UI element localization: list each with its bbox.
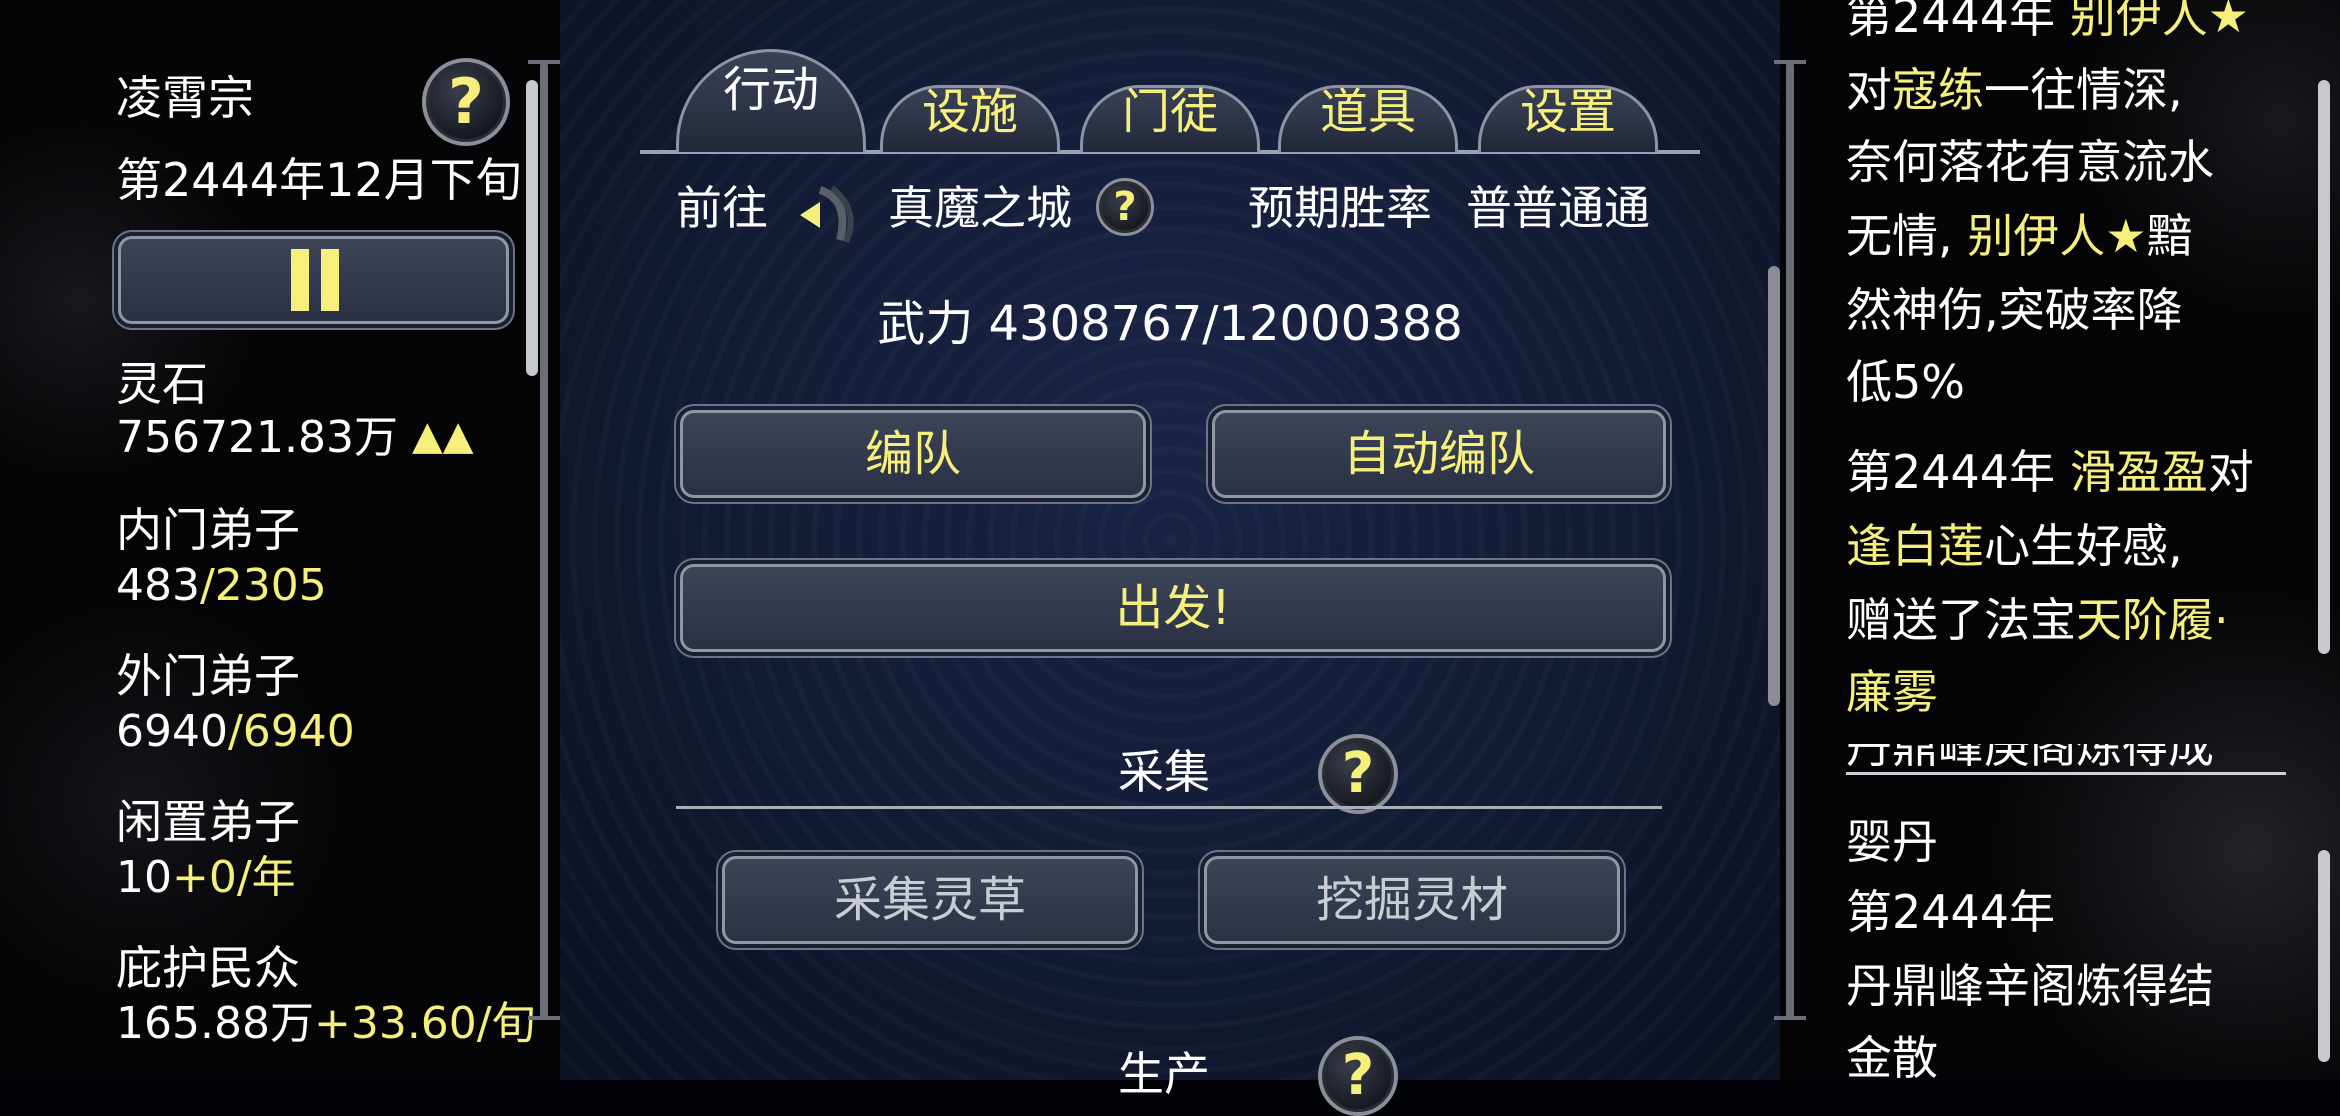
scrollbar-cap	[528, 1016, 560, 1020]
section-divider	[676, 806, 1662, 809]
sect-name: 凌霄宗	[116, 71, 254, 125]
tab-settings[interactable]: 设置	[1478, 72, 1658, 152]
log-line: 金散	[1846, 1031, 1938, 1080]
log-line: 对寇练一往情深,	[1846, 63, 2183, 117]
log-line: 奈何落花有意流水	[1846, 135, 2214, 189]
outer-disciples-value: 6940/6940	[116, 706, 355, 757]
right-divider-bar	[1786, 62, 1794, 1020]
protected-people-value: 165.88万+33.60/旬	[116, 998, 536, 1049]
log-line: 婴丹	[1846, 815, 1938, 869]
spirit-stone-label: 灵石	[116, 357, 208, 411]
production-help-icon[interactable]: ?	[1318, 1036, 1398, 1116]
clipped-log-line: 丹鼎峰庚阁炼得成	[1846, 744, 2316, 790]
log-line: 低5%	[1846, 355, 1965, 409]
help-icon[interactable]: ?	[422, 58, 510, 146]
center-scrollbar-thumb[interactable]	[1768, 266, 1780, 706]
log-line: 第2444年 滑盈盈对	[1846, 445, 2254, 499]
divider-cap	[1774, 1016, 1806, 1020]
outer-disciples-label: 外门弟子	[116, 649, 300, 703]
protected-people-label: 庇护民众	[116, 941, 300, 995]
tab-items[interactable]: 道具	[1278, 72, 1458, 152]
event-log: 第2444年 别伊人★ 对寇练一往情深, 奈何落花有意流水 无情, 别伊人★黯 …	[1846, 0, 2316, 1080]
spirit-stone-value: 756721.83万	[116, 412, 398, 463]
log-line: 逢白莲心生好感,	[1846, 519, 2183, 573]
spirit-stone-trend: ▲▲	[412, 413, 474, 459]
log-line: 然神伤,突破率降	[1846, 283, 2183, 337]
log-line: 第2444年	[1846, 885, 2056, 939]
production-section-title: 生产	[1118, 1047, 1210, 1101]
left-scrollbar[interactable]	[540, 62, 548, 1020]
log-scrollbar-thumb-lower[interactable]	[2318, 850, 2330, 1062]
dig-material-button[interactable]: 挖掘灵材	[1204, 856, 1620, 944]
log-line: 廉雾	[1846, 665, 1938, 719]
divider-cap	[1774, 60, 1806, 64]
win-rate-value: 普普通通	[1466, 181, 1650, 235]
inner-disciples-label: 内门弟子	[116, 503, 300, 557]
win-rate-label: 预期胜率	[1248, 181, 1432, 235]
destination-selector-icon[interactable]	[790, 180, 860, 250]
destination-name[interactable]: 真魔之城	[888, 180, 1072, 236]
gather-help-icon[interactable]: ?	[1318, 734, 1398, 814]
formation-button[interactable]: 编队	[680, 410, 1146, 498]
auto-formation-button[interactable]: 自动编队	[1212, 410, 1666, 498]
idle-disciples-value: 10+0/年	[116, 852, 296, 903]
tab-facilities[interactable]: 设施	[880, 72, 1060, 152]
log-line: 第2444年 别伊人★	[1846, 0, 2249, 43]
destination-help-icon[interactable]: ?	[1096, 178, 1154, 236]
log-line: 丹鼎峰庚阁炼得成	[1846, 744, 2214, 773]
log-line: 丹鼎峰辛阁炼得结	[1846, 959, 2214, 1013]
inner-disciples-value: 483/2305	[116, 560, 327, 611]
game-date: 第2444年12月下旬	[116, 153, 522, 207]
log-line: 赠送了法宝天阶履·	[1846, 593, 2229, 647]
tab-action[interactable]: 行动	[676, 40, 866, 152]
gather-section-title: 采集	[1118, 745, 1210, 799]
depart-button[interactable]: 出发!	[680, 564, 1666, 652]
log-line: 无情, 别伊人★黯	[1846, 209, 2193, 263]
idle-disciples-label: 闲置弟子	[116, 795, 300, 849]
tab-disciples[interactable]: 门徒	[1080, 72, 1260, 152]
log-scrollbar-thumb[interactable]	[2318, 80, 2330, 654]
gather-herb-button[interactable]: 采集灵草	[722, 856, 1138, 944]
goto-label: 前往	[676, 181, 768, 235]
scrollbar-cap	[528, 60, 560, 64]
log-separator	[1846, 772, 2286, 775]
